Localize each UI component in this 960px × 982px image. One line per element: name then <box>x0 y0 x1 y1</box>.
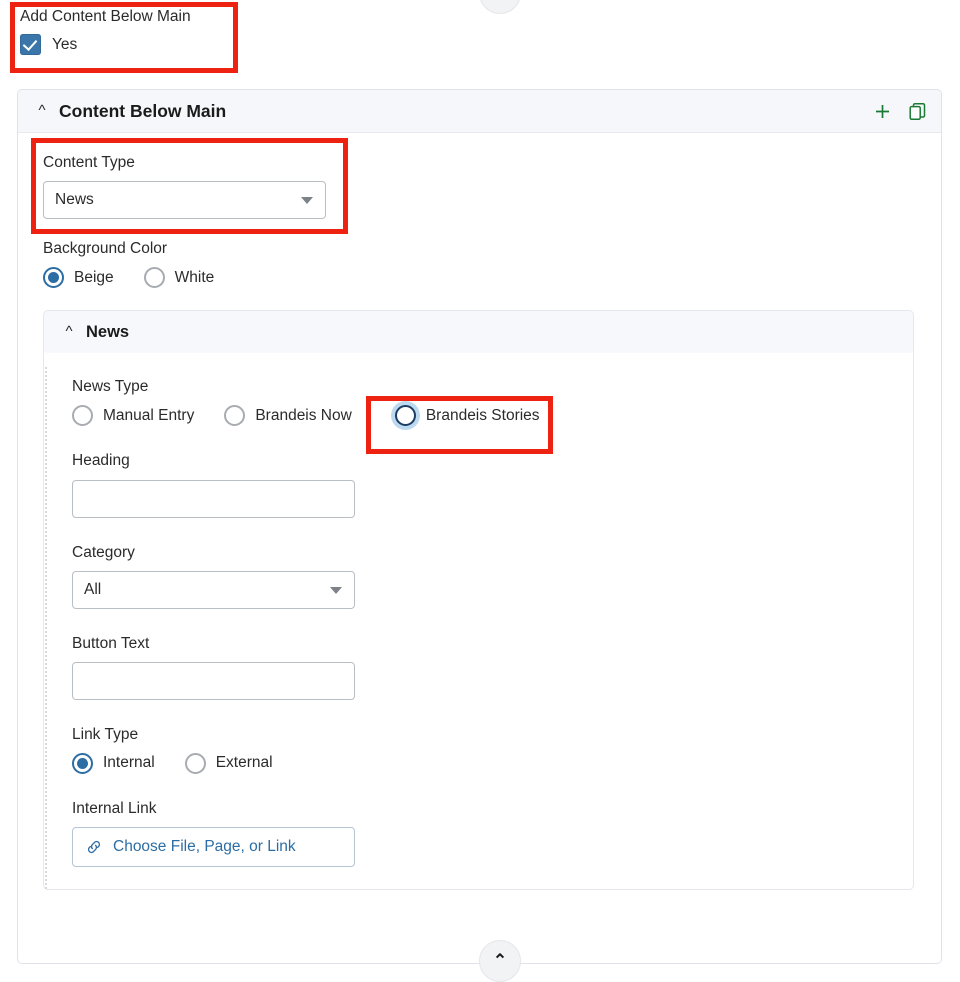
radio-icon-external[interactable] <box>184 752 206 774</box>
radio-icon-manual-entry[interactable] <box>72 405 93 427</box>
background-color-radio-row: Beige White <box>43 267 941 289</box>
duplicate-icon[interactable] <box>908 102 927 121</box>
radio-icon-white[interactable] <box>143 267 165 289</box>
button-text-label: Button Text <box>72 634 150 652</box>
background-color-group: Background Color Beige White <box>43 239 941 289</box>
panel-header-actions <box>874 102 927 121</box>
radio-label-brandeis-now: Brandeis Now <box>255 406 352 424</box>
content-below-main-body: Content Type News Background Color Beige… <box>18 133 941 891</box>
chevron-up-icon[interactable]: ^ <box>61 324 77 339</box>
radio-label-external: External <box>215 754 273 772</box>
radio-label-brandeis-stories: Brandeis Stories <box>425 406 540 424</box>
scroll-up-button-top[interactable]: ⌃ <box>479 0 521 14</box>
radio-icon-brandeis-now[interactable] <box>224 405 246 427</box>
content-type-group: Content Type News <box>43 153 941 220</box>
link-type-radio-row: Internal External <box>72 752 913 774</box>
news-type-radio-row: Manual Entry Brandeis Now Brandeis Stori… <box>72 405 913 427</box>
heading-input[interactable] <box>72 479 355 518</box>
chevron-up-icon: ⌃ <box>492 950 508 970</box>
heading-label: Heading <box>72 452 130 470</box>
content-below-main-panel: ^ Content Below Main Content Type News B… <box>17 89 942 964</box>
category-select[interactable]: All <box>72 570 355 609</box>
news-subpanel-title: News <box>86 322 130 341</box>
background-color-label: Background Color <box>43 240 168 258</box>
page-title: Content Below Main <box>59 100 227 121</box>
radio-option-brandeis-now[interactable]: Brandeis Now <box>224 405 352 427</box>
news-type-group: News Type Manual Entry Brandeis Now Bran… <box>72 377 913 427</box>
content-type-select[interactable]: News <box>43 181 326 220</box>
heading-group: Heading <box>72 451 913 518</box>
content-below-main-header[interactable]: ^ Content Below Main <box>18 90 941 133</box>
link-chain-icon <box>85 838 103 856</box>
button-text-input[interactable] <box>72 661 355 700</box>
chevron-up-icon[interactable]: ^ <box>34 103 50 118</box>
add-content-below-main-checkbox-label: Yes <box>52 35 78 53</box>
add-content-below-main-label: Add Content Below Main <box>20 8 191 25</box>
add-content-below-main-group: Add Content Below Main Yes <box>12 3 237 71</box>
radio-label-internal: Internal <box>103 754 155 772</box>
choose-file-page-or-link-button[interactable]: Choose File, Page, or Link <box>72 827 355 868</box>
radio-option-internal[interactable]: Internal <box>72 752 155 774</box>
radio-option-manual-entry[interactable]: Manual Entry <box>72 405 195 427</box>
chevron-up-icon: ⌃ <box>493 0 507 1</box>
choose-file-page-or-link-label: Choose File, Page, or Link <box>113 838 296 856</box>
link-type-group: Link Type Internal External <box>72 725 913 774</box>
radio-icon-internal[interactable] <box>72 752 93 774</box>
link-type-label: Link Type <box>72 725 139 743</box>
category-label: Category <box>72 543 135 561</box>
check-icon[interactable] <box>20 34 41 56</box>
internal-link-group: Internal Link Choose File, Page, or Link <box>72 799 913 868</box>
radio-label-white: White <box>174 268 215 286</box>
internal-link-label: Internal Link <box>72 799 157 817</box>
button-text-group: Button Text <box>72 634 913 700</box>
chevron-down-icon <box>330 586 342 594</box>
category-value: All <box>84 580 102 598</box>
news-type-label: News Type <box>72 378 149 396</box>
content-type-value: News <box>55 191 94 209</box>
radio-option-external[interactable]: External <box>184 752 273 774</box>
add-icon[interactable] <box>874 103 891 120</box>
radio-label-beige: Beige <box>74 268 114 286</box>
category-group: Category All <box>72 543 913 609</box>
radio-option-brandeis-stories[interactable]: Brandeis Stories <box>394 405 540 427</box>
news-subpanel-body: News Type Manual Entry Brandeis Now Bran… <box>45 367 913 890</box>
news-subpanel: ^ News News Type Manual Entry Brandeis N <box>43 310 914 891</box>
chevron-down-icon <box>301 197 313 205</box>
radio-label-manual-entry: Manual Entry <box>103 406 195 424</box>
radio-option-beige[interactable]: Beige <box>43 267 114 289</box>
content-type-label: Content Type <box>43 154 135 171</box>
add-content-below-main-checkbox-row[interactable]: Yes <box>20 34 237 56</box>
radio-icon-brandeis-stories[interactable] <box>394 405 416 427</box>
radio-option-white[interactable]: White <box>143 267 215 289</box>
radio-icon-beige[interactable] <box>43 267 64 289</box>
scroll-up-button[interactable]: ⌃ <box>479 940 521 982</box>
news-subpanel-header[interactable]: ^ News <box>44 311 913 354</box>
